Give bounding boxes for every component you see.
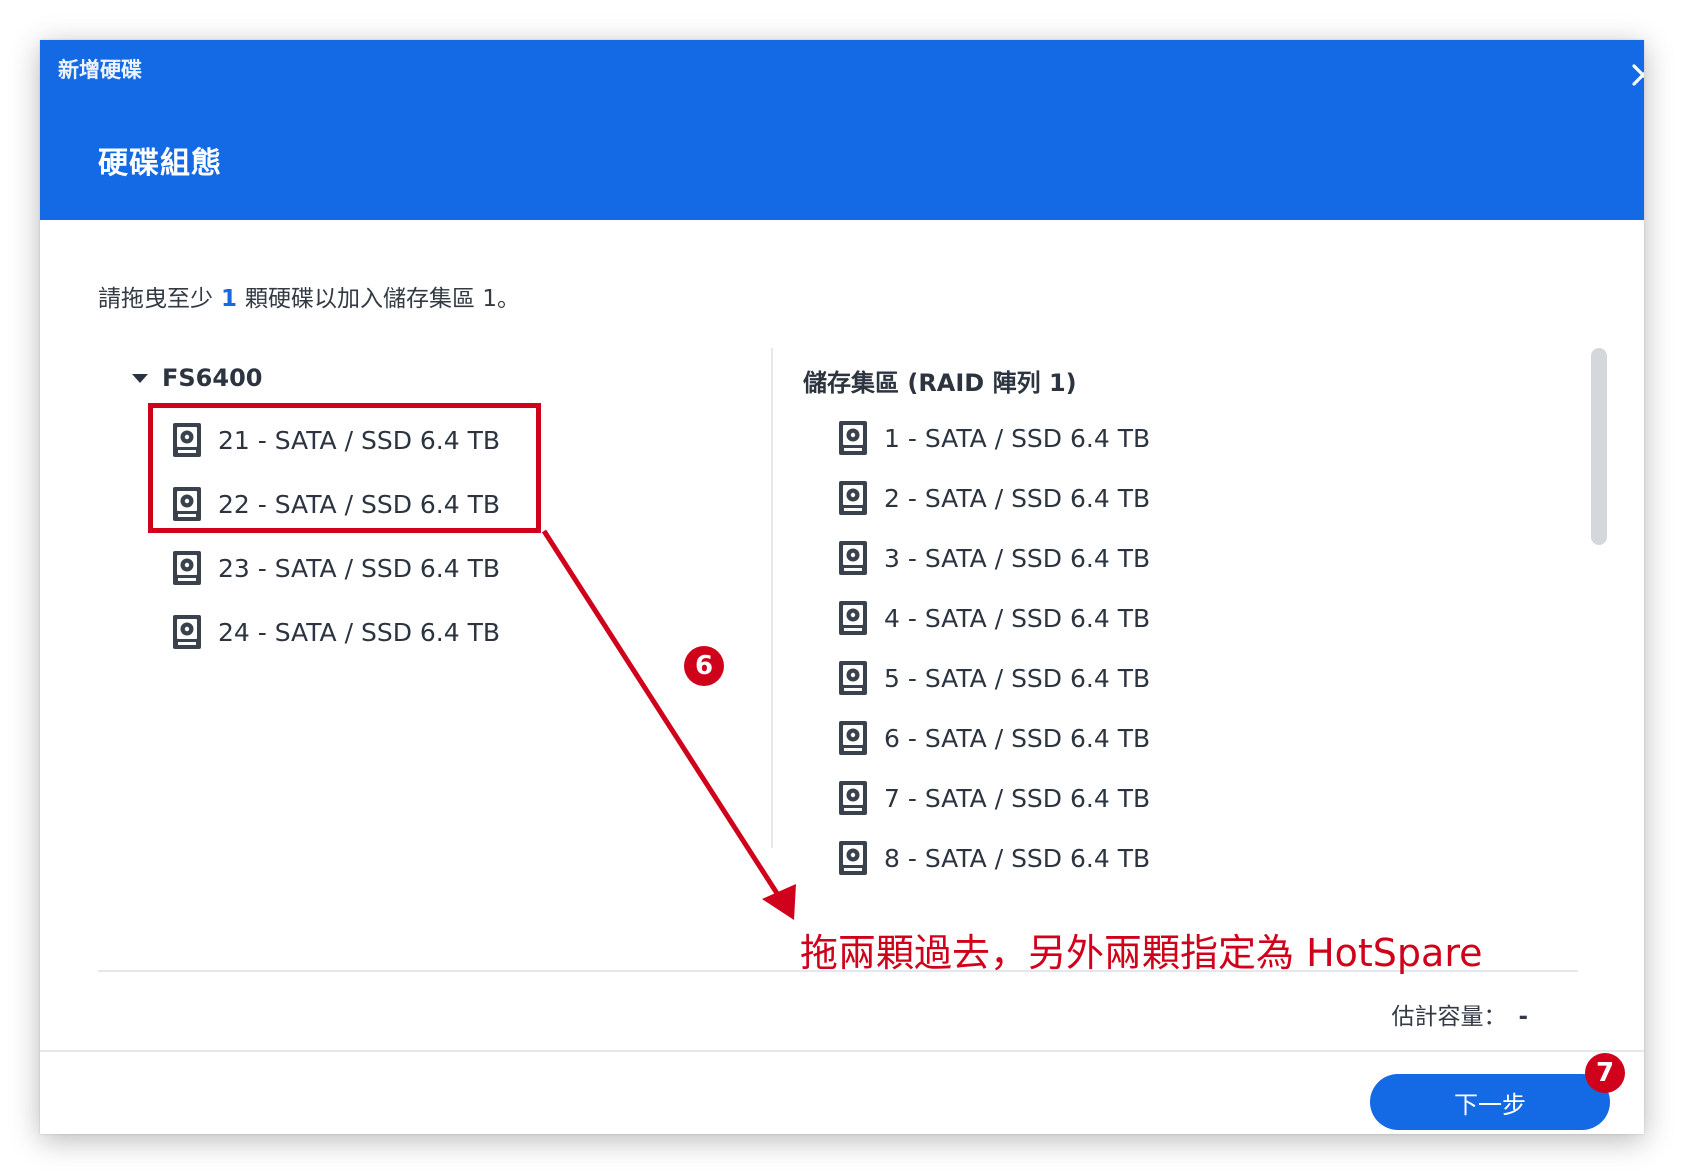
group-label: FS6400	[162, 364, 263, 392]
step-title: 硬碟組態	[98, 146, 222, 181]
pool-disk-item[interactable]: 1 - SATA / SSD 6.4 TB	[839, 418, 1150, 458]
available-disk-item[interactable]: 24 - SATA / SSD 6.4 TB	[173, 612, 500, 652]
disk-label: 5 - SATA / SSD 6.4 TB	[884, 663, 1151, 693]
hard-disk-icon	[173, 615, 201, 649]
available-disk-item[interactable]: 23 - SATA / SSD 6.4 TB	[173, 548, 500, 588]
disk-label: 1 - SATA / SSD 6.4 TB	[884, 423, 1151, 453]
pool-disk-item[interactable]: 5 - SATA / SSD 6.4 TB	[839, 658, 1150, 698]
pool-disk-item[interactable]: 7 - SATA / SSD 6.4 TB	[839, 778, 1150, 818]
disk-label: 7 - SATA / SSD 6.4 TB	[884, 783, 1151, 813]
pool-disk-item[interactable]: 6 - SATA / SSD 6.4 TB	[839, 718, 1150, 758]
hard-disk-icon	[173, 423, 201, 457]
next-button[interactable]: 下一步	[1370, 1074, 1610, 1130]
scrollbar[interactable]	[1591, 348, 1607, 545]
instruction-after: 顆硬碟以加入儲存集區 1。	[245, 286, 520, 312]
estimated-capacity: 估計容量： -	[1391, 997, 1528, 1031]
instruction-count: 1	[221, 286, 238, 312]
disk-label: 6 - SATA / SSD 6.4 TB	[884, 723, 1151, 753]
disk-label: 8 - SATA / SSD 6.4 TB	[884, 843, 1151, 873]
close-button[interactable]	[1620, 52, 1644, 98]
pool-disk-item[interactable]: 4 - SATA / SSD 6.4 TB	[839, 598, 1150, 638]
disk-label: 22 - SATA / SSD 6.4 TB	[218, 489, 501, 519]
footer-divider	[40, 1050, 1644, 1052]
capacity-label: 估計容量：	[1391, 1004, 1507, 1030]
window-title: 新增硬碟	[58, 58, 142, 82]
caret-down-icon	[132, 373, 148, 383]
instruction-before: 請拖曳至少	[98, 286, 213, 312]
hard-disk-icon	[839, 721, 867, 755]
add-drive-dialog: 新增硬碟 硬碟組態 請拖曳至少 1 顆硬碟以加入儲存集區 1。 FS6400 21 …	[40, 40, 1644, 1134]
instruction-text: 請拖曳至少 1 顆硬碟以加入儲存集區 1。	[98, 279, 520, 313]
disk-label: 4 - SATA / SSD 6.4 TB	[884, 603, 1151, 633]
pool-title: 儲存集區 (RAID 陣列 1)	[803, 369, 1077, 397]
hard-disk-icon	[173, 551, 201, 585]
disk-label: 2 - SATA / SSD 6.4 TB	[884, 483, 1151, 513]
pool-disk-item[interactable]: 3 - SATA / SSD 6.4 TB	[839, 538, 1150, 578]
available-disk-item[interactable]: 22 - SATA / SSD 6.4 TB	[173, 484, 500, 524]
hard-disk-icon	[839, 481, 867, 515]
pool-disk-item[interactable]: 8 - SATA / SSD 6.4 TB	[839, 838, 1150, 878]
pane-divider	[771, 348, 773, 848]
hard-disk-icon	[839, 421, 867, 455]
disk-label: 24 - SATA / SSD 6.4 TB	[218, 617, 501, 647]
pool-disk-item[interactable]: 2 - SATA / SSD 6.4 TB	[839, 478, 1150, 518]
hard-disk-icon	[839, 541, 867, 575]
disk-label: 21 - SATA / SSD 6.4 TB	[218, 425, 501, 455]
scrollbar-thumb[interactable]	[1591, 348, 1607, 545]
hard-disk-icon	[839, 661, 867, 695]
hard-disk-icon	[839, 841, 867, 875]
available-disk-item[interactable]: 21 - SATA / SSD 6.4 TB	[173, 420, 500, 460]
dialog-header: 新增硬碟 硬碟組態	[40, 40, 1644, 220]
disk-label: 3 - SATA / SSD 6.4 TB	[884, 543, 1151, 573]
hard-disk-icon	[839, 601, 867, 635]
capacity-value: -	[1518, 1004, 1528, 1030]
hard-disk-icon	[839, 781, 867, 815]
close-icon	[1632, 64, 1644, 86]
hard-disk-icon	[173, 487, 201, 521]
disk-label: 23 - SATA / SSD 6.4 TB	[218, 553, 501, 583]
content-divider	[98, 970, 1578, 972]
group-toggle-fs6400[interactable]: FS6400	[132, 361, 262, 395]
